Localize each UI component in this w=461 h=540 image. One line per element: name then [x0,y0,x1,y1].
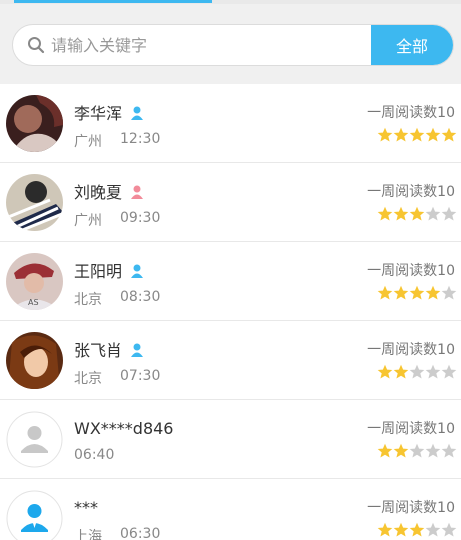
star-filled-icon [409,127,425,147]
star-rating [377,127,457,147]
star-filled-icon [393,443,409,463]
star-empty-icon [425,364,441,384]
star-filled-icon [377,522,393,540]
search-icon [28,37,45,54]
star-rating [377,443,457,463]
svg-text:AS: AS [28,298,39,307]
user-name: 王阳明 [74,262,123,281]
meta-line: 上海 06:30 [74,526,160,540]
meta-line: 06:40 [74,447,114,463]
meta-line: 北京 07:30 [74,368,160,388]
avatar[interactable] [6,95,63,152]
star-rating [377,285,457,305]
user-list-item[interactable]: 刘晚夏广州 09:30 一周阅读数10 [0,163,461,242]
star-empty-icon [425,522,441,540]
user-name: *** [74,497,98,517]
star-filled-icon [377,127,393,147]
user-name: 张飞肖 [74,341,123,360]
user-list-item[interactable]: AS 王阳明北京 08:30 一周阅读数10 [0,242,461,321]
user-time: 09:30 [120,210,161,226]
user-time: 12:30 [120,131,161,147]
weekly-reads: 一周阅读数10 [367,342,455,358]
star-empty-icon [409,443,425,463]
name-line: 王阳明 [74,259,144,281]
star-filled-icon [377,206,393,226]
default-avatar-icon[interactable] [6,411,63,468]
weekly-reads: 一周阅读数10 [367,500,455,516]
male-user-icon [130,263,144,278]
meta-line: 广州 12:30 [74,131,160,151]
weekly-reads: 一周阅读数10 [367,421,455,437]
user-city: 上海 [74,529,102,540]
user-list-item[interactable]: WX****d846 06:40 一周阅读数10 [0,400,461,479]
male-user-icon [130,342,144,357]
star-filled-icon [409,522,425,540]
default-avatar-icon[interactable] [6,490,63,540]
star-filled-icon [393,127,409,147]
star-rating [377,364,457,384]
name-line: WX****d846 [74,417,173,439]
name-line: 刘晚夏 [74,180,144,202]
star-filled-icon [377,364,393,384]
female-user-icon [130,184,144,199]
all-filter-button[interactable]: 全部 [371,25,453,65]
star-filled-icon [393,522,409,540]
weekly-reads: 一周阅读数10 [367,105,455,121]
avatar[interactable] [6,174,63,231]
user-name: 李华浑 [74,104,123,123]
star-filled-icon [393,364,409,384]
user-city: 北京 [74,292,102,308]
name-line: 张飞肖 [74,338,144,360]
star-empty-icon [425,443,441,463]
user-name: 刘晚夏 [74,183,123,202]
star-empty-icon [425,206,441,226]
user-list: 李华浑 广州 12:30 一周阅读数10 刘晚夏 广州 09:30 一周阅读数10 AS 王阳明北… [0,84,461,540]
star-filled-icon [425,285,441,305]
star-filled-icon [393,285,409,305]
male-user-icon [130,105,144,120]
star-filled-icon [393,206,409,226]
avatar[interactable] [6,332,63,389]
star-empty-icon [441,206,457,226]
star-empty-icon [409,364,425,384]
user-name: WX****d846 [74,418,174,438]
active-tab-indicator [14,0,212,3]
meta-line: 广州 09:30 [74,210,160,230]
star-empty-icon [441,285,457,305]
star-filled-icon [441,127,457,147]
star-filled-icon [377,285,393,305]
star-filled-icon [409,285,425,305]
user-time: 06:30 [120,526,161,540]
star-empty-icon [441,522,457,540]
search-area: 全部 [0,4,461,84]
star-empty-icon [441,364,457,384]
name-line: *** [74,496,98,518]
user-list-item[interactable]: *** 上海 06:30 一周阅读数10 [0,479,461,540]
search-input[interactable] [51,25,371,65]
star-filled-icon [409,206,425,226]
weekly-reads: 一周阅读数10 [367,184,455,200]
user-city: 广州 [74,134,102,150]
star-rating [377,522,457,540]
user-city: 北京 [74,371,102,387]
star-filled-icon [377,443,393,463]
user-list-item[interactable]: 张飞肖北京 07:30 一周阅读数10 [0,321,461,400]
star-rating [377,206,457,226]
name-line: 李华浑 [74,101,144,123]
star-filled-icon [425,127,441,147]
search-box: 全部 [12,24,454,66]
weekly-reads: 一周阅读数10 [367,263,455,279]
avatar[interactable]: AS [6,253,63,310]
user-city: 广州 [74,213,102,229]
user-list-item[interactable]: 李华浑广州 12:30 一周阅读数10 [0,84,461,163]
star-empty-icon [441,443,457,463]
user-time: 08:30 [120,289,161,305]
user-time: 07:30 [120,368,161,384]
user-time: 06:40 [74,447,115,463]
meta-line: 北京 08:30 [74,289,160,309]
